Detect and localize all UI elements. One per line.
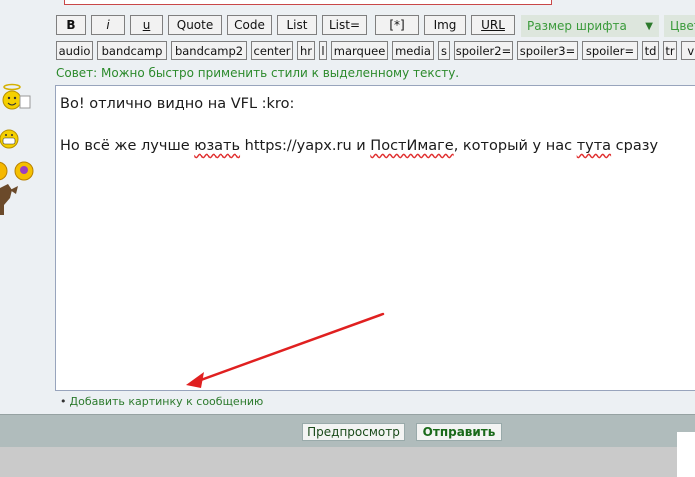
smilies-panel [0, 83, 34, 215]
tag-button-spoiler[interactable]: spoiler= [582, 41, 638, 60]
font-size-select[interactable]: Размер шрифта ▼ [521, 15, 659, 37]
formatting-toolbar: B i u Quote Code List List= [*] Img URL … [56, 15, 695, 37]
tag-button-tr[interactable]: tr [663, 41, 677, 60]
smiley-shocked-icon[interactable] [14, 161, 34, 181]
animal-smiley-icon[interactable] [0, 184, 18, 215]
tag-button-media[interactable]: media [392, 41, 434, 60]
white-patch [677, 432, 695, 477]
tag-button-hr[interactable]: hr [297, 41, 315, 60]
code-button[interactable]: Code [227, 15, 272, 35]
bullet-icon: • [60, 395, 67, 408]
tag-button-center[interactable]: center [251, 41, 293, 60]
font-size-label: Размер шрифта [527, 19, 627, 33]
tag-button-td[interactable]: td [642, 41, 659, 60]
tag-button-marquee[interactable]: marquee [331, 41, 388, 60]
form-footer: Предпросмотр Отправить [0, 414, 695, 447]
list-button[interactable]: List [277, 15, 317, 35]
smiley-grin-icon[interactable] [0, 129, 19, 149]
add-picture-row: • Добавить картинку к сообщению [60, 395, 263, 408]
misspelled-word: ПостИмаге [370, 138, 454, 154]
url-button[interactable]: URL [471, 15, 515, 35]
tag-button-spoiler2[interactable]: spoiler2= [454, 41, 513, 60]
misspelled-word: тута [576, 138, 612, 154]
smiley-half-icon[interactable] [0, 161, 8, 181]
color-select[interactable]: Цвет [664, 15, 695, 37]
list-item-button[interactable]: [*] [375, 15, 419, 35]
tag-button-spoiler3[interactable]: spoiler3= [517, 41, 578, 60]
ordered-list-button[interactable]: List= [322, 15, 367, 35]
tip-text: Совет: Можно быстро применить стили к вы… [56, 66, 460, 80]
add-picture-link[interactable]: Добавить картинку к сообщению [70, 395, 264, 408]
underline-button[interactable]: u [130, 15, 163, 35]
quote-button[interactable]: Quote [168, 15, 222, 35]
tag-button-audio[interactable]: audio [56, 41, 93, 60]
tag-button-bandcamp[interactable]: bandcamp [97, 41, 167, 60]
smiley-angel-icon[interactable] [2, 83, 31, 110]
tag-button-bandcamp2[interactable]: bandcamp2 [171, 41, 247, 60]
chevron-down-icon: ▼ [645, 20, 653, 32]
tag-button-s[interactable]: s [438, 41, 450, 60]
tag-button-l[interactable]: l [319, 41, 327, 60]
bbcode-tags-toolbar: audio bandcamp bandcamp2 center hr l marquee me… [56, 41, 695, 61]
tag-button-vid[interactable]: vid [681, 41, 695, 60]
send-button[interactable]: Отправить [416, 423, 502, 441]
editor-line-2: Но всё же лучше юзать https://yapx.ru и … [60, 138, 659, 154]
color-label: Цвет [670, 19, 695, 33]
bottom-strip [0, 447, 695, 477]
top-red-bordered-field [64, 0, 552, 5]
message-editor[interactable]: Во! отлично видно на VFL :kro: Но всё же… [55, 85, 695, 391]
img-button[interactable]: Img [424, 15, 466, 35]
italic-button[interactable]: i [91, 15, 125, 35]
editor-line-1: Во! отлично видно на VFL :kro: [60, 96, 295, 112]
bold-button[interactable]: B [56, 15, 86, 35]
preview-button[interactable]: Предпросмотр [302, 423, 405, 441]
misspelled-word: юзать [194, 138, 241, 154]
